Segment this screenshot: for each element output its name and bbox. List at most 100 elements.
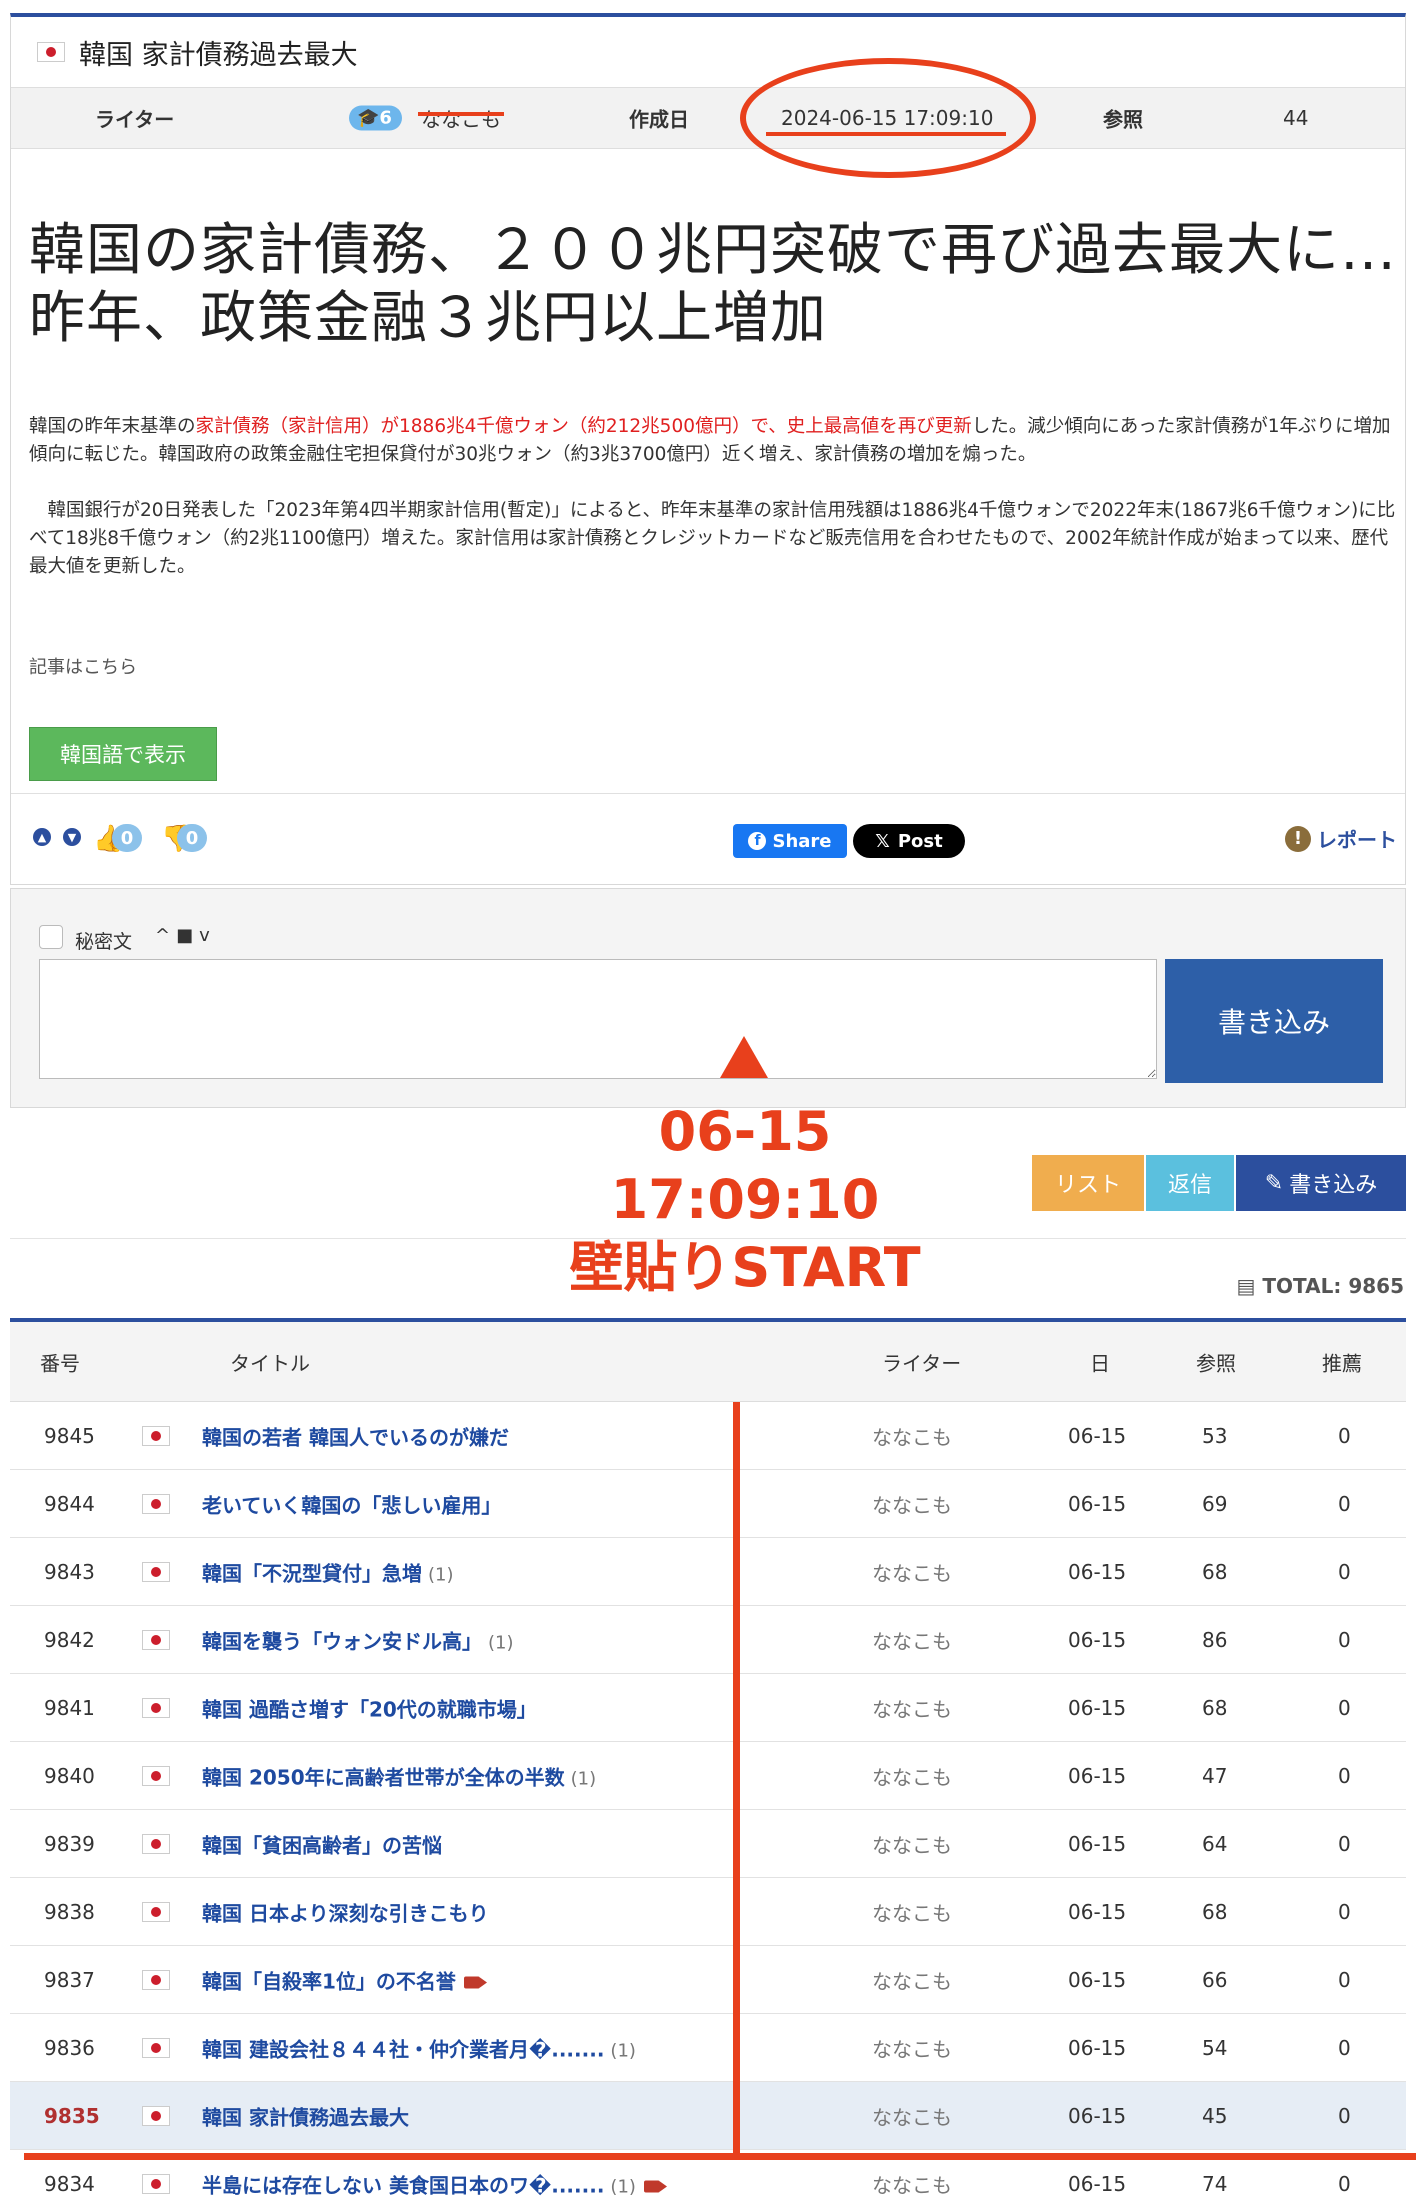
author-link[interactable]: ななこも (421, 104, 501, 133)
facebook-share-button[interactable]: f Share (733, 824, 847, 858)
table-row[interactable]: 9838 韓国 日本より深刻な引きこもり ななこも 06-15 68 0 (10, 1878, 1406, 1946)
table-row[interactable]: 9845 韓国の若者 韓国人でいるのが嫌だ ななこも 06-15 53 0 (10, 1402, 1406, 1470)
comment-count: (1) (488, 1632, 514, 1653)
row-writer[interactable]: ななこも (872, 2169, 952, 2198)
row-writer[interactable]: ななこも (872, 1965, 952, 1994)
video-icon (643, 2180, 667, 2193)
row-title-link[interactable]: 韓国を襲う「ウォン安ドル高」 (1) (202, 1625, 514, 1654)
x-post-button[interactable]: 𝕏 Post (853, 824, 965, 858)
row-recommend: 0 (1338, 1967, 1351, 1992)
annotation-ellipse (740, 58, 1036, 178)
row-title-link[interactable]: 老いていく韓国の「悲しい雇用」 (202, 1489, 501, 1518)
row-views: 86 (1202, 1627, 1228, 1652)
row-writer[interactable]: ななこも (872, 1625, 952, 1654)
japan-flag-icon (142, 1969, 170, 1990)
row-writer[interactable]: ななこも (872, 1761, 952, 1790)
japan-flag-icon (142, 1493, 170, 1514)
annotation-horizontal-line (24, 2153, 1416, 2160)
table-row[interactable]: 9843 韓国「不況型貸付」急増 (1) ななこも 06-15 68 0 (10, 1538, 1406, 1606)
row-number: 9837 (44, 1967, 95, 1992)
row-views: 68 (1202, 1559, 1228, 1584)
table-row[interactable]: 9842 韓国を襲う「ウォン安ドル高」 (1) ななこも 06-15 86 0 (10, 1606, 1406, 1674)
table-row[interactable]: 9844 老いていく韓国の「悲しい雇用」 ななこも 06-15 69 0 (10, 1470, 1406, 1538)
japan-flag-icon (142, 1765, 170, 1786)
views-count: 44 (1283, 106, 1309, 130)
korean-view-button[interactable]: 韓国語で表示 (29, 727, 217, 781)
table-row[interactable]: 9835 韓国 家計債務過去最大 ななこも 06-15 45 0 (10, 2082, 1406, 2150)
row-recommend: 0 (1338, 1559, 1351, 1584)
row-writer[interactable]: ななこも (872, 1489, 952, 1518)
japan-flag-icon (142, 1901, 170, 1922)
table-row[interactable]: 9837 韓国「自殺率1位」の不名誉 ななこも 06-15 66 0 (10, 1946, 1406, 2014)
japan-flag-icon (37, 42, 65, 62)
report-button[interactable]: ! レポート (1285, 824, 1397, 853)
post-list-table: 番号 タイトル ライター 日 参照 推薦 9845 韓国の若者 韓国人でいるのが嫌… (10, 1318, 1406, 2210)
row-views: 54 (1202, 2035, 1228, 2060)
row-title-link[interactable]: 韓国 日本より深刻な引きこもり (202, 1897, 489, 1926)
table-row[interactable]: 9836 韓国 建設会社８４４社・仲介業者月�....... (1) ななこも 06-1… (10, 2014, 1406, 2082)
row-writer[interactable]: ななこも (872, 1557, 952, 1586)
comment-count: (1) (610, 2176, 636, 2197)
row-recommend: 0 (1338, 1491, 1351, 1516)
paragraph-1-highlight: 家計債務（家計信用）が1886兆4千億ウォン（約212兆500億円）で、史上最高… (195, 416, 972, 437)
date-label: 作成日 (629, 107, 689, 132)
comment-form: 秘密文 ^■v 書き込み (10, 888, 1406, 1108)
japan-flag-icon (142, 1425, 170, 1446)
table-row[interactable]: 9841 韓国 過酷さ増す「20代の就職市場」 ななこも 06-15 68 0 (10, 1674, 1406, 1742)
japan-flag-icon (142, 2105, 170, 2126)
table-body: 9845 韓国の若者 韓国人でいるのが嫌だ ななこも 06-15 53 0 9844 老いてい… (10, 1402, 1406, 2210)
row-title-link[interactable]: 韓国 家計債務過去最大 (202, 2101, 409, 2130)
row-title: 半島には存在しない 美食国日本のワ�....... (202, 2173, 605, 2197)
japan-flag-icon (142, 1833, 170, 1854)
row-title-link[interactable]: 韓国「不況型貸付」急増 (1) (202, 1557, 454, 1586)
comment-submit-button[interactable]: 書き込み (1165, 959, 1383, 1083)
row-number: 9843 (44, 1559, 95, 1584)
row-title-link[interactable]: 韓国の若者 韓国人でいるのが嫌だ (202, 1421, 509, 1450)
post-label: Post (897, 830, 943, 852)
row-writer[interactable]: ななこも (872, 2101, 952, 2130)
scroll-up-icon[interactable]: ▲ (33, 828, 51, 846)
row-writer[interactable]: ななこも (872, 1421, 952, 1450)
japan-flag-icon (142, 2173, 170, 2194)
scroll-down-icon[interactable]: ▼ (63, 828, 81, 846)
row-title-link[interactable]: 韓国 2050年に高齢者世帯が全体の半数 (1) (202, 1761, 596, 1790)
annotation-vertical-line (733, 1402, 740, 2154)
row-recommend: 0 (1338, 1423, 1351, 1448)
row-writer[interactable]: ななこも (872, 1693, 952, 1722)
annotation-arrow-icon (720, 1036, 768, 1078)
write-button[interactable]: ✎ 書き込み (1236, 1155, 1406, 1211)
dislike-count: 0 (177, 824, 207, 852)
comment-textarea[interactable] (39, 959, 1157, 1079)
japan-flag-icon (142, 2037, 170, 2058)
row-title-link[interactable]: 半島には存在しない 美食国日本のワ�....... (1) (202, 2169, 667, 2198)
row-date: 06-15 (1068, 1831, 1127, 1856)
level-badge: 🎓6 (349, 105, 402, 131)
table-row[interactable]: 9839 韓国「貧困高齢者」の苦悩 ななこも 06-15 64 0 (10, 1810, 1406, 1878)
source-link[interactable]: 記事はこちら (29, 653, 137, 679)
secret-checkbox[interactable] (39, 925, 63, 949)
row-number: 9838 (44, 1899, 95, 1924)
post-panel: 韓国 家計債務過去最大 ライター 🎓6 ななこも 作成日 2024-06-15 … (10, 13, 1406, 885)
row-title-link[interactable]: 韓国「貧困高齢者」の苦悩 (202, 1829, 442, 1858)
row-title-link[interactable]: 韓国 建設会社８４４社・仲介業者月�....... (1) (202, 2033, 636, 2062)
row-date: 06-15 (1068, 1559, 1127, 1584)
row-number: 9842 (44, 1627, 95, 1652)
col-rec: 推薦 (1322, 1351, 1362, 1375)
row-writer[interactable]: ななこも (872, 1829, 952, 1858)
row-views: 64 (1202, 1831, 1228, 1856)
post-body: 韓国の昨年末基準の家計債務（家計信用）が1886兆4千億ウォン（約212兆500… (29, 413, 1399, 609)
list-button[interactable]: リスト (1032, 1155, 1144, 1211)
editor-toggle-icons[interactable]: ^■v (155, 925, 216, 946)
table-row[interactable]: 9840 韓国 2050年に高齢者世帯が全体の半数 (1) ななこも 06-15 47 0 (10, 1742, 1406, 1810)
row-title-link[interactable]: 韓国 過酷さ増す「20代の就職市場」 (202, 1693, 537, 1722)
annotation-text: 06-15 17:09:10 壁貼りSTART (520, 1098, 970, 1302)
reply-button[interactable]: 返信 (1146, 1155, 1234, 1211)
col-views: 参照 (1196, 1351, 1236, 1375)
row-views: 69 (1202, 1491, 1228, 1516)
row-title: 韓国「貧困高齢者」の苦悩 (202, 1833, 442, 1857)
row-number: 9834 (44, 2171, 95, 2196)
row-writer[interactable]: ななこも (872, 1897, 952, 1926)
row-title-link[interactable]: 韓国「自殺率1位」の不名誉 (202, 1965, 487, 1994)
warning-icon: ! (1285, 825, 1311, 852)
row-writer[interactable]: ななこも (872, 2033, 952, 2062)
